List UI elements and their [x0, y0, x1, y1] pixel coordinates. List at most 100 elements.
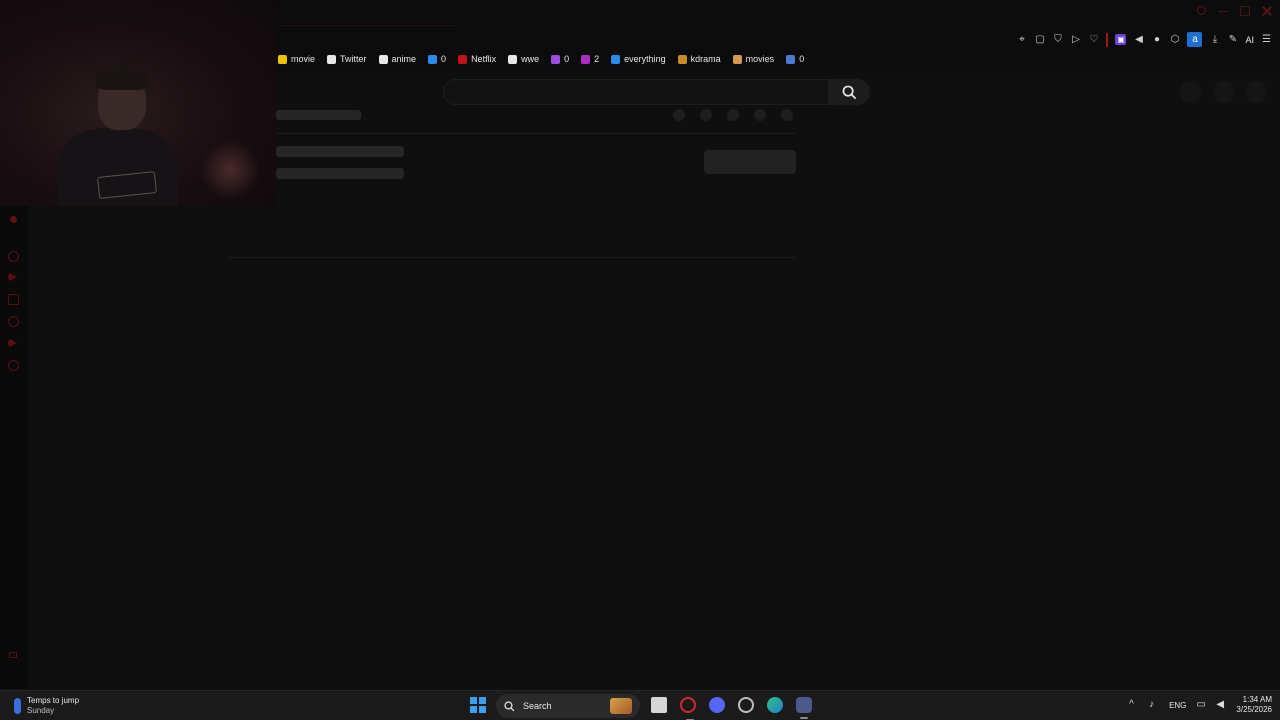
- edge-icon[interactable]: [767, 697, 783, 713]
- folder-icon: [786, 54, 796, 64]
- bookmark-item[interactable]: movies: [732, 54, 775, 64]
- bookmark-label: 2: [594, 54, 600, 64]
- settings-icon[interactable]: [8, 360, 19, 371]
- windows-start-icon[interactable]: [470, 697, 486, 713]
- search-icon: [504, 700, 515, 711]
- clock-time: 1:34 AM: [1242, 695, 1272, 704]
- volume-icon[interactable]: ◀: [1216, 700, 1226, 710]
- bookmark-item[interactable]: everything: [611, 54, 666, 64]
- netflix-icon: [458, 54, 468, 64]
- play-icon: [278, 54, 287, 64]
- steam-icon[interactable]: [738, 697, 754, 713]
- minimize-icon[interactable]: [1218, 6, 1228, 12]
- language-indicator[interactable]: ENG: [1169, 701, 1186, 710]
- skeleton-dot: [781, 109, 793, 121]
- discord-icon[interactable]: [709, 697, 725, 713]
- thermometer-icon: [14, 698, 21, 714]
- skeleton-title: [276, 110, 361, 120]
- screenshot-icon[interactable]: ▢: [1034, 34, 1045, 45]
- download-icon[interactable]: ⤓: [1209, 34, 1220, 45]
- skeleton-line: [276, 146, 404, 157]
- bookmark-item[interactable]: 0: [428, 54, 446, 64]
- pin-icon[interactable]: ⌖: [1016, 34, 1027, 45]
- clock[interactable]: 1:34 AM 3/25/2026: [1236, 695, 1272, 715]
- bookmark-item[interactable]: 0: [786, 54, 804, 64]
- x-logo-icon: [327, 54, 337, 64]
- search-button[interactable]: [828, 79, 870, 105]
- skeleton-divider: [228, 257, 796, 258]
- shield-icon[interactable]: ⛉: [1052, 34, 1063, 45]
- search-tabs-icon[interactable]: [1197, 6, 1206, 15]
- person-hair: [96, 66, 148, 90]
- amazon-extension-icon[interactable]: a: [1187, 32, 1203, 47]
- chevron-up-icon[interactable]: ^: [1129, 700, 1139, 710]
- heart-icon[interactable]: ♡: [1088, 34, 1099, 45]
- s-extension-icon[interactable]: ●: [1151, 34, 1162, 45]
- volume-icon[interactable]: ◀: [1133, 34, 1144, 45]
- bookmark-item[interactable]: Netflix: [458, 54, 496, 64]
- task-view-icon[interactable]: [651, 697, 667, 713]
- opera-gx-icon[interactable]: [680, 697, 696, 720]
- avatar-placeholder[interactable]: [1245, 81, 1267, 103]
- light-glow: [200, 140, 260, 200]
- ai-button[interactable]: AI: [1245, 35, 1254, 45]
- webcam-overlay: [0, 0, 276, 206]
- info-icon: [611, 54, 621, 64]
- create-button-placeholder[interactable]: [1180, 81, 1202, 103]
- document-icon: [508, 54, 518, 64]
- bookmark-label: everything: [624, 54, 666, 64]
- window-controls: [1197, 6, 1272, 16]
- puzzle-icon[interactable]: ⬡: [1169, 34, 1180, 45]
- history-icon[interactable]: [8, 316, 19, 327]
- bookmark-item[interactable]: movie: [278, 54, 315, 64]
- display-icon[interactable]: ▭: [1196, 700, 1206, 710]
- skeleton-dot: [673, 109, 685, 121]
- twitch-icon[interactable]: ▣: [1115, 34, 1127, 45]
- search-input[interactable]: [443, 79, 829, 105]
- bookmark-item[interactable]: kdrama: [677, 54, 721, 64]
- system-tray: ^ ♪ ENG ▭ ◀ 1:34 AM 3/25/2026: [1129, 695, 1272, 715]
- maximize-icon[interactable]: [1240, 6, 1250, 16]
- bookmark-label: 0: [799, 54, 805, 64]
- anime-icon: [378, 54, 388, 64]
- taskbar: Temps to jump Sunday Search ^ ♪ ENG ▭ ◀: [0, 690, 1280, 720]
- play-icon[interactable]: [8, 272, 17, 282]
- bookmark-item[interactable]: anime: [378, 54, 417, 64]
- bookmark-item[interactable]: Twitter: [327, 54, 367, 64]
- divider-line: [1106, 32, 1109, 47]
- menu-icon[interactable]: ☰: [1261, 34, 1272, 45]
- bookmark-label: movies: [745, 54, 775, 64]
- video-icon[interactable]: [8, 338, 17, 348]
- app-icon[interactable]: [796, 697, 812, 719]
- search-icon: [842, 85, 856, 99]
- notifications-placeholder[interactable]: [1213, 81, 1235, 103]
- bookmark-label: wwe: [521, 54, 540, 64]
- close-icon[interactable]: [1262, 6, 1272, 16]
- bookmark-item[interactable]: 0: [551, 54, 569, 64]
- home-icon[interactable]: [8, 251, 19, 262]
- bookmark-label: 0: [564, 54, 570, 64]
- browser-window: ⌖ ▢ ⛉ ▷ ♡ ▣ ◀ ● ⬡ a ⤓ ✎ AI ☰ movie Twitte…: [0, 0, 1280, 720]
- microphone-icon[interactable]: ♪: [1149, 700, 1159, 710]
- weather-widget[interactable]: Temps to jump Sunday: [14, 696, 79, 716]
- bookmark-label: movie: [291, 54, 316, 64]
- burger-icon: [732, 54, 742, 64]
- skeleton-dot: [700, 109, 712, 121]
- taskbar-search[interactable]: Search: [496, 694, 640, 718]
- bookmark-label: kdrama: [690, 54, 721, 64]
- search-highlight-icon: [610, 698, 632, 714]
- play-icon[interactable]: ▷: [1070, 34, 1081, 45]
- extension-toolbar: ⌖ ▢ ⛉ ▷ ♡ ▣ ◀ ● ⬡ a ⤓ ✎ AI ☰: [1016, 32, 1272, 47]
- bookmark-list: movie Twitter anime 0 Netflix wwe 0 2 everything…: [278, 54, 804, 64]
- pen-icon[interactable]: ✎: [1227, 34, 1238, 45]
- bookmark-item[interactable]: 2: [581, 54, 599, 64]
- status-icon: [9, 652, 17, 658]
- bookmark-icon[interactable]: [8, 294, 19, 305]
- skeleton-dot: [754, 109, 766, 121]
- sidebar-rail: [0, 206, 28, 689]
- bookmark-item[interactable]: wwe: [508, 54, 539, 64]
- bookmark-label: anime: [391, 54, 417, 64]
- grape-icon: [581, 54, 591, 64]
- bookmark-label: Netflix: [471, 54, 497, 64]
- recording-icon[interactable]: [10, 216, 17, 223]
